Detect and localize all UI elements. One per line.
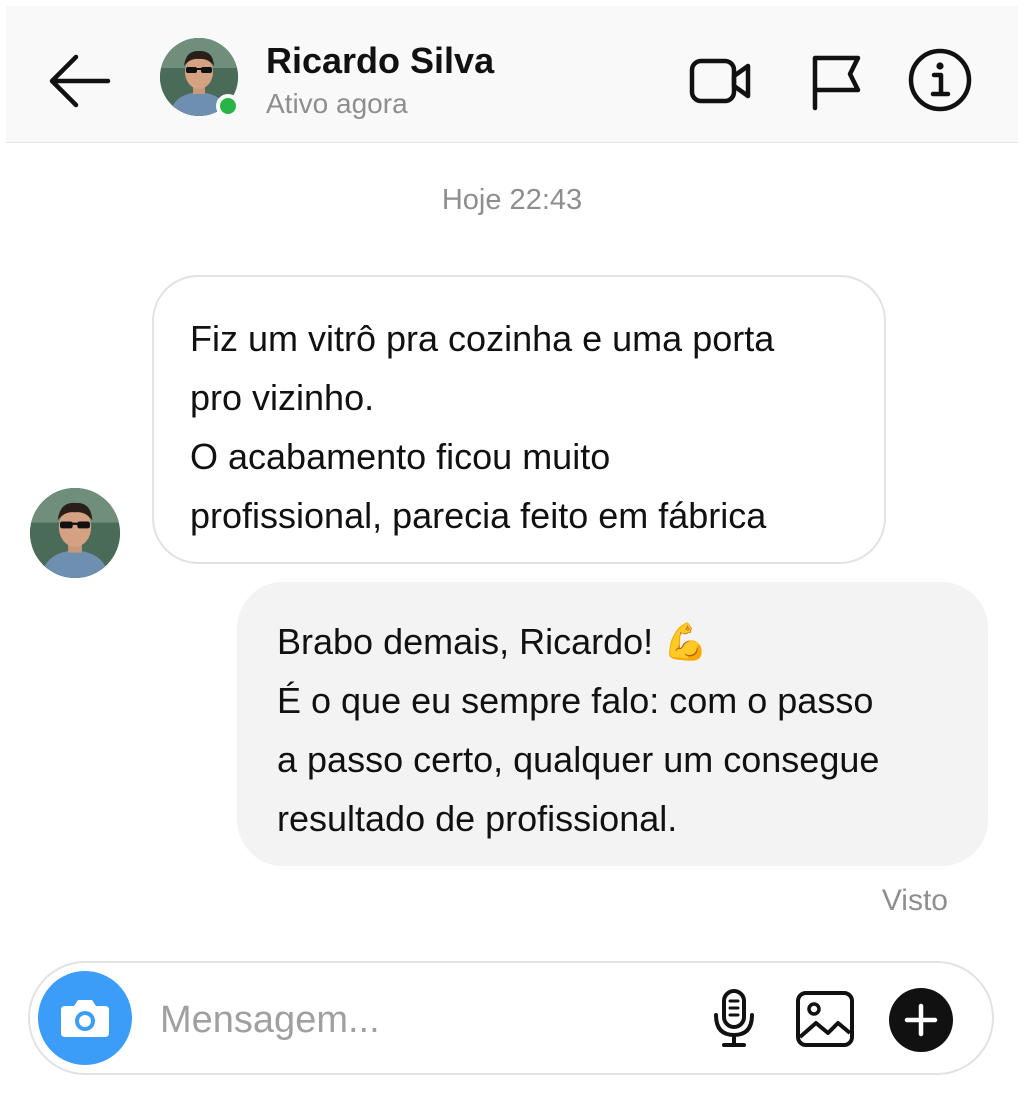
conversation-timestamp: Hoje 22:43 xyxy=(441,184,583,216)
info-icon xyxy=(908,48,972,112)
gallery-icon xyxy=(796,991,854,1047)
info-button[interactable] xyxy=(906,46,974,114)
video-call-icon xyxy=(689,58,751,104)
message-line: resultado de profissional. xyxy=(277,798,678,839)
camera-button[interactable] xyxy=(38,971,132,1065)
camera-icon xyxy=(61,1000,109,1037)
flag-icon xyxy=(812,55,861,111)
message-line: É o que eu sempre falo: com o passo xyxy=(277,680,874,721)
incoming-message-bubble[interactable]: Fiz um vitrô pra cozinha e uma porta pro… xyxy=(152,275,886,564)
seen-receipt: Visto xyxy=(881,884,948,917)
chat-header: Ricardo Silva Ativo agora xyxy=(6,6,1018,143)
contact-avatar[interactable] xyxy=(160,38,240,118)
sender-avatar[interactable] xyxy=(30,488,120,578)
voice-message-button[interactable] xyxy=(708,987,760,1049)
gallery-button[interactable] xyxy=(794,989,856,1049)
outgoing-message-bubble[interactable]: Brabo demais, Ricardo! 💪 É o que eu semp… xyxy=(237,582,988,866)
online-indicator xyxy=(216,94,240,118)
message-line: Brabo demais, Ricardo! 💪 xyxy=(277,621,708,662)
video-call-button[interactable] xyxy=(688,50,754,112)
message-line: Fiz um vitrô pra cozinha e uma porta xyxy=(190,318,775,359)
back-button[interactable] xyxy=(46,46,116,116)
contact-name[interactable]: Ricardo Silva xyxy=(266,40,494,82)
message-composer xyxy=(28,961,994,1075)
message-line: pro vizinho. xyxy=(190,377,375,418)
message-line: profissional, parecia feito em fábrica xyxy=(190,495,767,536)
microphone-icon xyxy=(714,989,754,1047)
message-line: O acabamento ficou muito xyxy=(190,436,611,477)
avatar xyxy=(30,488,120,578)
back-arrow-icon xyxy=(49,54,111,108)
plus-icon xyxy=(889,988,953,1052)
contact-status: Ativo agora xyxy=(266,88,408,119)
message-input[interactable] xyxy=(158,991,662,1049)
more-options-button[interactable] xyxy=(888,987,954,1053)
message-line: a passo certo, qualquer um consegue xyxy=(277,739,880,780)
report-button[interactable] xyxy=(806,50,872,112)
